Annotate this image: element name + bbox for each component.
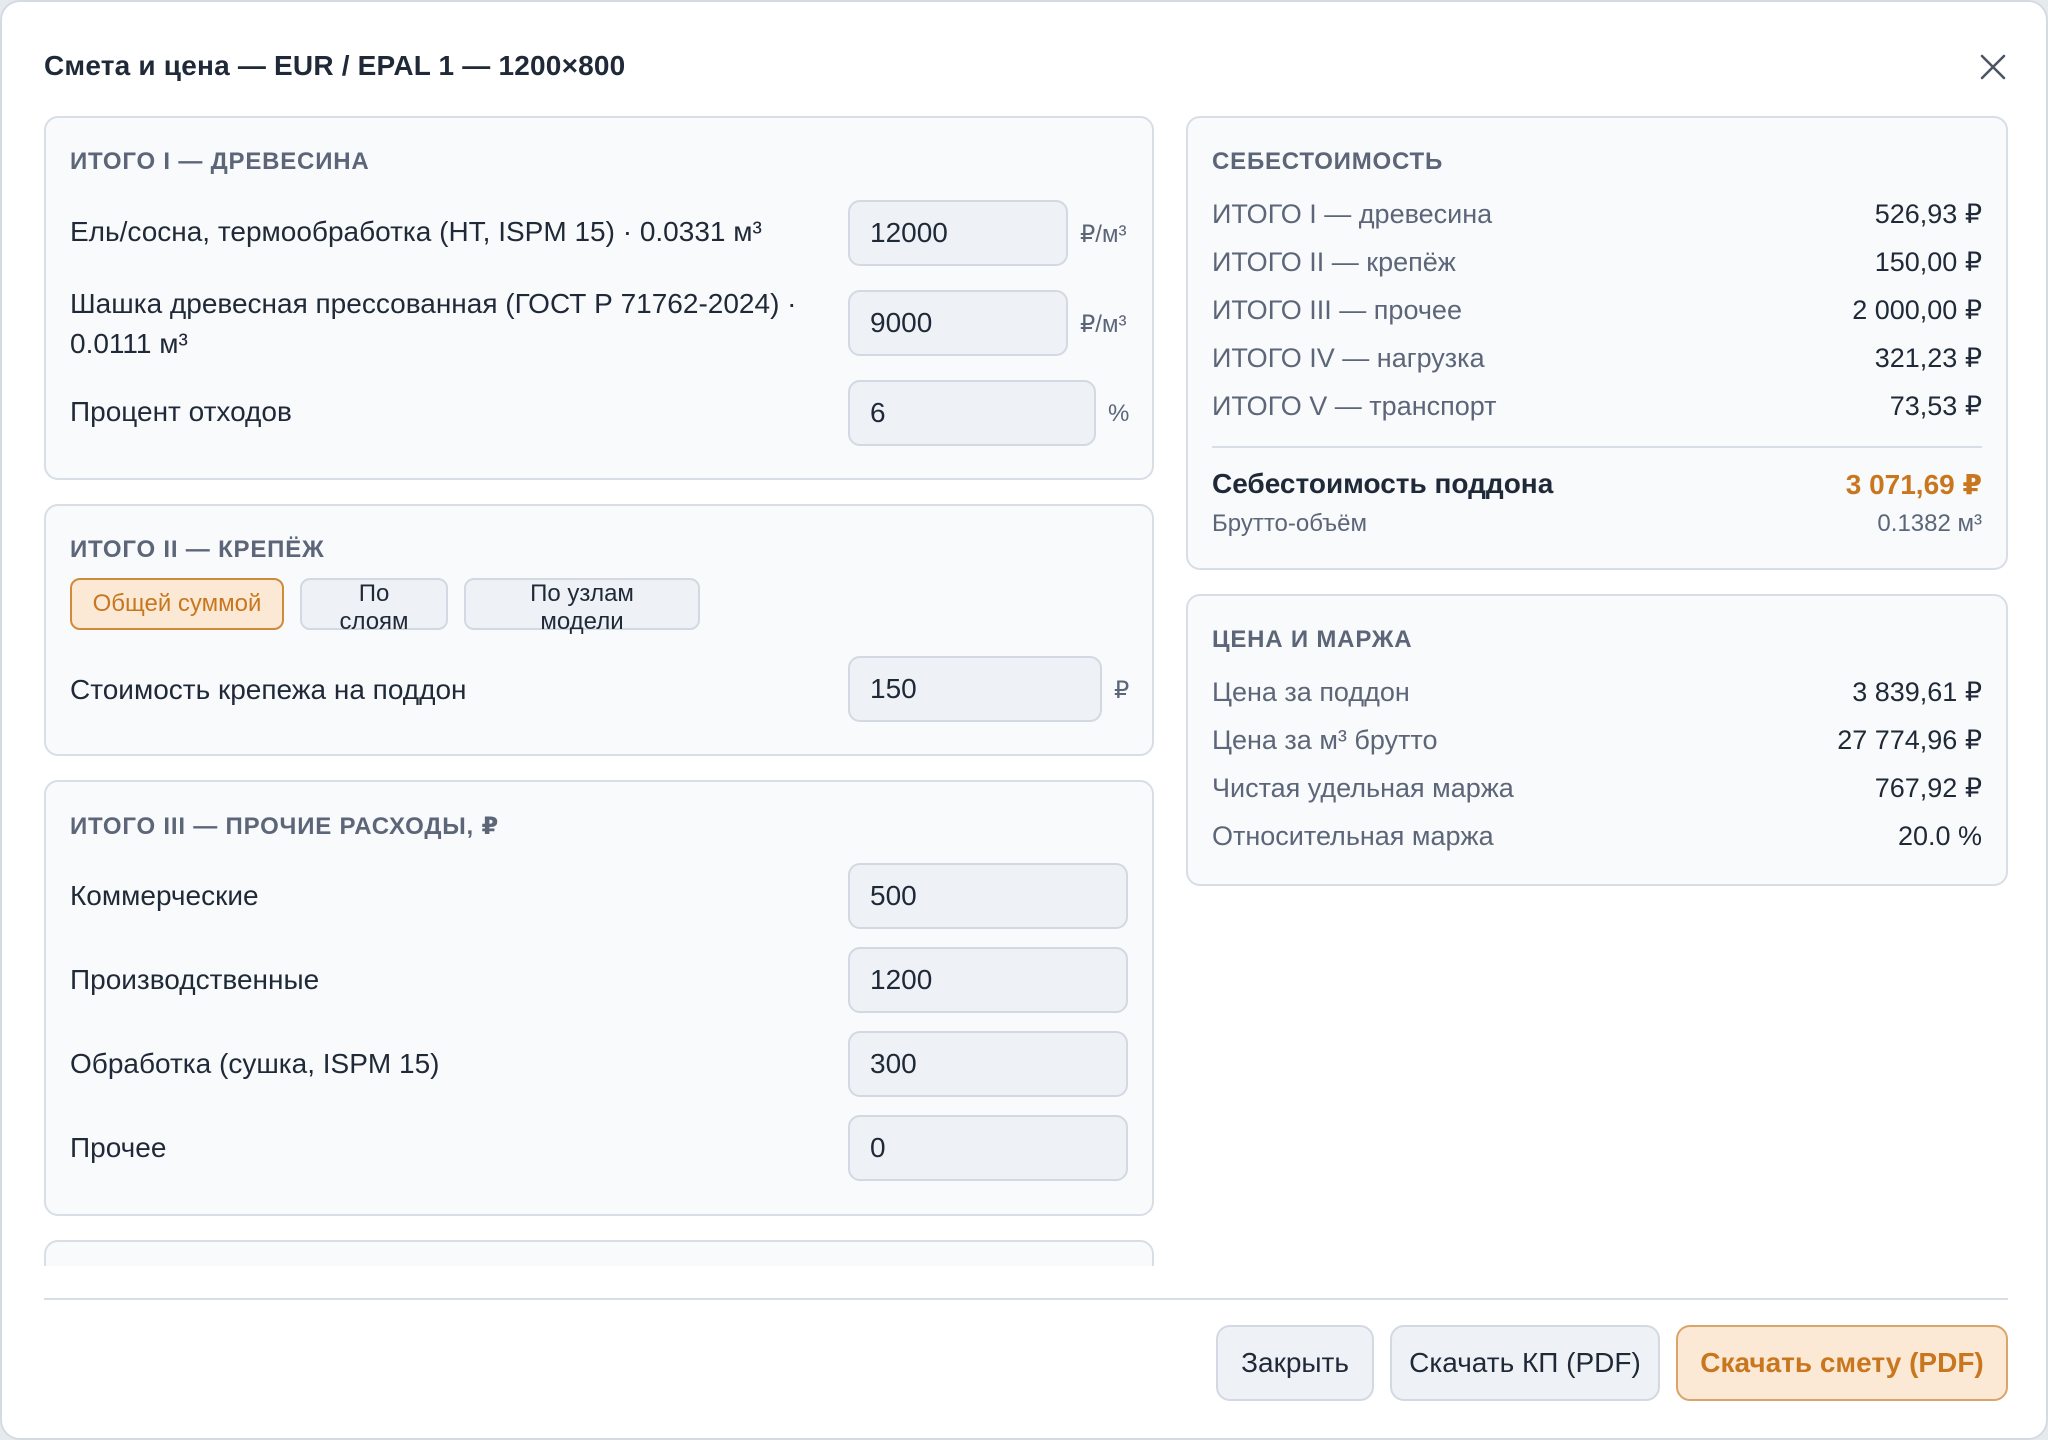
misc-label: Прочее xyxy=(70,1132,167,1163)
summary-row-value: 73,53 ₽ xyxy=(1889,390,1982,421)
price-row: Чистая удельная маржа 767,92 ₽ xyxy=(1212,768,1982,808)
summary-row-label: ИТОГО I — древесина xyxy=(1212,198,1493,229)
summary-row-label: ИТОГО IV — нагрузка xyxy=(1212,342,1485,373)
gross-volume-label: Брутто-объём xyxy=(1212,510,1368,537)
price-row-label: Цена за поддон xyxy=(1212,676,1410,707)
waste-label: Процент отходов xyxy=(70,396,292,427)
production-label: Производственные xyxy=(70,964,320,995)
summary-row-label: ИТОГО II — крепёж xyxy=(1212,246,1456,277)
dowel-label-line1: Шашка древесная прессованная (ГОСТ Р 717… xyxy=(70,288,797,319)
treatment-label: Обработка (сушка, ISPM 15) xyxy=(70,1048,440,1079)
summary-divider xyxy=(1212,446,1982,448)
production-input[interactable] xyxy=(848,947,1128,1013)
mode-nodes-button[interactable]: По узлам модели xyxy=(464,578,700,635)
gross-volume-value: 0.1382 м³ xyxy=(1877,510,1982,537)
fastener-cost-unit: ₽ xyxy=(1114,677,1130,704)
spruce-unit: ₽/м³ xyxy=(1080,221,1127,248)
price-row-value: 3 839,61 ₽ xyxy=(1852,676,1982,707)
footer-divider xyxy=(44,1298,2008,1300)
summary-row-value: 150,00 ₽ xyxy=(1874,246,1982,277)
fastener-cost-label: Стоимость крепежа на поддон xyxy=(70,674,467,705)
summary-row-value: 321,23 ₽ xyxy=(1874,342,1982,373)
summary-row-value: 2 000,00 ₽ xyxy=(1852,294,1982,325)
summary-row: ИТОГО III — прочее 2 000,00 ₽ xyxy=(1212,290,1982,330)
close-icon[interactable] xyxy=(1976,50,2010,84)
fasteners-heading: ИТОГО II — КРЕПЁЖ xyxy=(70,536,325,563)
other-costs-heading: ИТОГО III — ПРОЧИЕ РАСХОДЫ, ₽ xyxy=(70,813,499,840)
cost-summary-heading: СЕБЕСТОИМОСТЬ xyxy=(1212,148,1444,175)
commercial-input[interactable] xyxy=(848,863,1128,929)
download-estimate-button[interactable]: Скачать смету (PDF) xyxy=(1676,1325,2008,1401)
fastener-cost-input[interactable] xyxy=(848,656,1102,722)
spruce-price-input[interactable] xyxy=(848,200,1068,266)
summary-row-label: ИТОГО V — транспорт xyxy=(1212,390,1497,421)
summary-row: ИТОГО I — древесина 526,93 ₽ xyxy=(1212,194,1982,234)
spruce-label: Ель/сосна, термообработка (HT, ISPM 15) … xyxy=(70,216,762,247)
left-scroll-area[interactable]: ИТОГО I — ДРЕВЕСИНА Ель/сосна, термообра… xyxy=(2,2,1162,1266)
summary-row-value: 526,93 ₽ xyxy=(1874,198,1982,229)
dowel-price-input[interactable] xyxy=(848,290,1068,356)
price-row: Относительная маржа 20.0 % xyxy=(1212,816,1982,856)
price-margin-card: ЦЕНА И МАРЖА Цена за поддон 3 839,61 ₽ Ц… xyxy=(1186,594,2008,886)
waste-unit: % xyxy=(1108,400,1130,427)
price-row-label: Цена за м³ брутто xyxy=(1212,724,1438,755)
treatment-input[interactable] xyxy=(848,1031,1128,1097)
price-row-value: 20.0 % xyxy=(1897,820,1982,851)
price-row-value: 767,92 ₽ xyxy=(1874,772,1982,803)
summary-row: ИТОГО IV — нагрузка 321,23 ₽ xyxy=(1212,338,1982,378)
pallet-cost-total-value: 3 071,69 ₽ xyxy=(1845,468,1982,500)
price-row-label: Относительная маржа xyxy=(1212,820,1494,851)
download-offer-button[interactable]: Скачать КП (PDF) xyxy=(1390,1325,1660,1401)
price-row-label: Чистая удельная маржа xyxy=(1212,772,1514,803)
close-button[interactable]: Закрыть xyxy=(1216,1325,1374,1401)
summary-row-label: ИТОГО III — прочее xyxy=(1212,294,1462,325)
commercial-label: Коммерческие xyxy=(70,880,259,911)
wood-card: ИТОГО I — ДРЕВЕСИНА Ель/сосна, термообра… xyxy=(44,116,1154,480)
cost-summary-card: СЕБЕСТОИМОСТЬ ИТОГО I — древесина 526,93… xyxy=(1186,116,2008,570)
mode-layers-button[interactable]: По слоям xyxy=(300,578,448,635)
fasteners-card: ИТОГО II — КРЕПЁЖ Общей суммой По слоям … xyxy=(44,504,1154,756)
gross-volume-row: Брутто-объём 0.1382 м³ xyxy=(1212,508,1982,540)
dowel-unit: ₽/м³ xyxy=(1080,311,1127,338)
summary-row: ИТОГО V — транспорт 73,53 ₽ xyxy=(1212,386,1982,426)
misc-input[interactable] xyxy=(848,1115,1128,1181)
pallet-cost-total-row: Себестоимость поддона 3 071,69 ₽ xyxy=(1212,464,1982,504)
other-costs-card: ИТОГО III — ПРОЧИЕ РАСХОДЫ, ₽ Коммерческ… xyxy=(44,780,1154,1216)
price-row-value: 27 774,96 ₽ xyxy=(1837,724,1982,755)
next-card-partial xyxy=(44,1240,1154,1266)
mode-total-button[interactable]: Общей суммой xyxy=(70,578,284,630)
price-row: Цена за поддон 3 839,61 ₽ xyxy=(1212,672,1982,712)
waste-percent-input[interactable] xyxy=(848,380,1096,446)
pallet-cost-total-label: Себестоимость поддона xyxy=(1212,468,1554,499)
price-margin-heading: ЦЕНА И МАРЖА xyxy=(1212,626,1413,653)
wood-heading: ИТОГО I — ДРЕВЕСИНА xyxy=(70,148,370,175)
price-row: Цена за м³ брутто 27 774,96 ₽ xyxy=(1212,720,1982,760)
summary-row: ИТОГО II — крепёж 150,00 ₽ xyxy=(1212,242,1982,282)
estimate-dialog: Смета и цена — EUR / EPAL 1 — 1200×800 И… xyxy=(0,0,2048,1440)
dowel-label-line2: 0.0111 м³ xyxy=(70,328,188,359)
